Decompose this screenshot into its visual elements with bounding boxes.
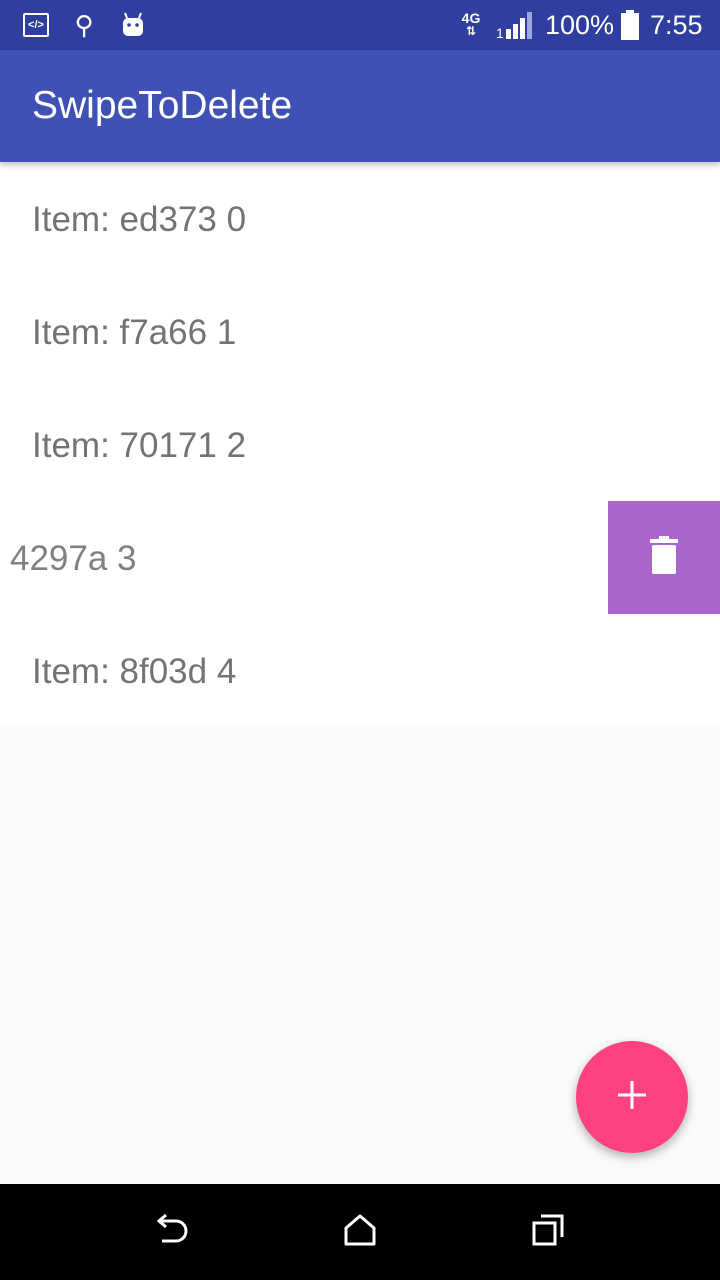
back-icon (152, 1213, 192, 1252)
app-title: SwipeToDelete (32, 84, 293, 127)
add-item-fab[interactable] (576, 1041, 688, 1153)
list-item-label: Item: 70171 2 (32, 426, 247, 465)
home-button[interactable] (338, 1212, 382, 1252)
recents-button[interactable] (526, 1212, 570, 1252)
trash-icon (650, 536, 678, 579)
delete-action-button[interactable] (608, 501, 720, 614)
android-icon (118, 0, 148, 50)
plus-icon (616, 1079, 648, 1116)
battery-percent: 100% (545, 10, 615, 40)
clock: 7:55 (650, 10, 703, 40)
home-icon (343, 1213, 377, 1252)
back-button[interactable] (150, 1212, 194, 1252)
list-item-swiped[interactable]: 4297a 3 (0, 501, 720, 614)
app-bar: SwipeToDelete (0, 50, 720, 162)
list-item-label: Item: ed373 0 (32, 200, 247, 239)
list-item[interactable]: Item: ed373 0 (0, 162, 720, 275)
signal-icon: 1 (494, 0, 536, 50)
usb-icon: ⚲ (74, 9, 94, 40)
battery-icon (618, 0, 642, 50)
navigation-bar (0, 1184, 720, 1280)
network-4g-icon: 4G ⇅ (461, 10, 481, 38)
list-item[interactable]: Item: 70171 2 (0, 388, 720, 501)
list-item[interactable]: Item: 8f03d 4 (0, 614, 720, 727)
status-bar: </> ⚲ 4G ⇅ 1 100% 7:55 (0, 0, 720, 50)
list-item-label: 4297a 3 (10, 539, 137, 578)
list-item[interactable]: Item: f7a66 1 (0, 275, 720, 388)
recents-icon (531, 1213, 565, 1252)
item-list[interactable]: Item: ed373 0 Item: f7a66 1 Item: 70171 … (0, 162, 720, 727)
list-item-label: Item: f7a66 1 (32, 313, 237, 352)
code-icon: </> (22, 0, 50, 50)
list-item-label: Item: 8f03d 4 (32, 652, 237, 691)
svg-text:1: 1 (496, 25, 504, 39)
